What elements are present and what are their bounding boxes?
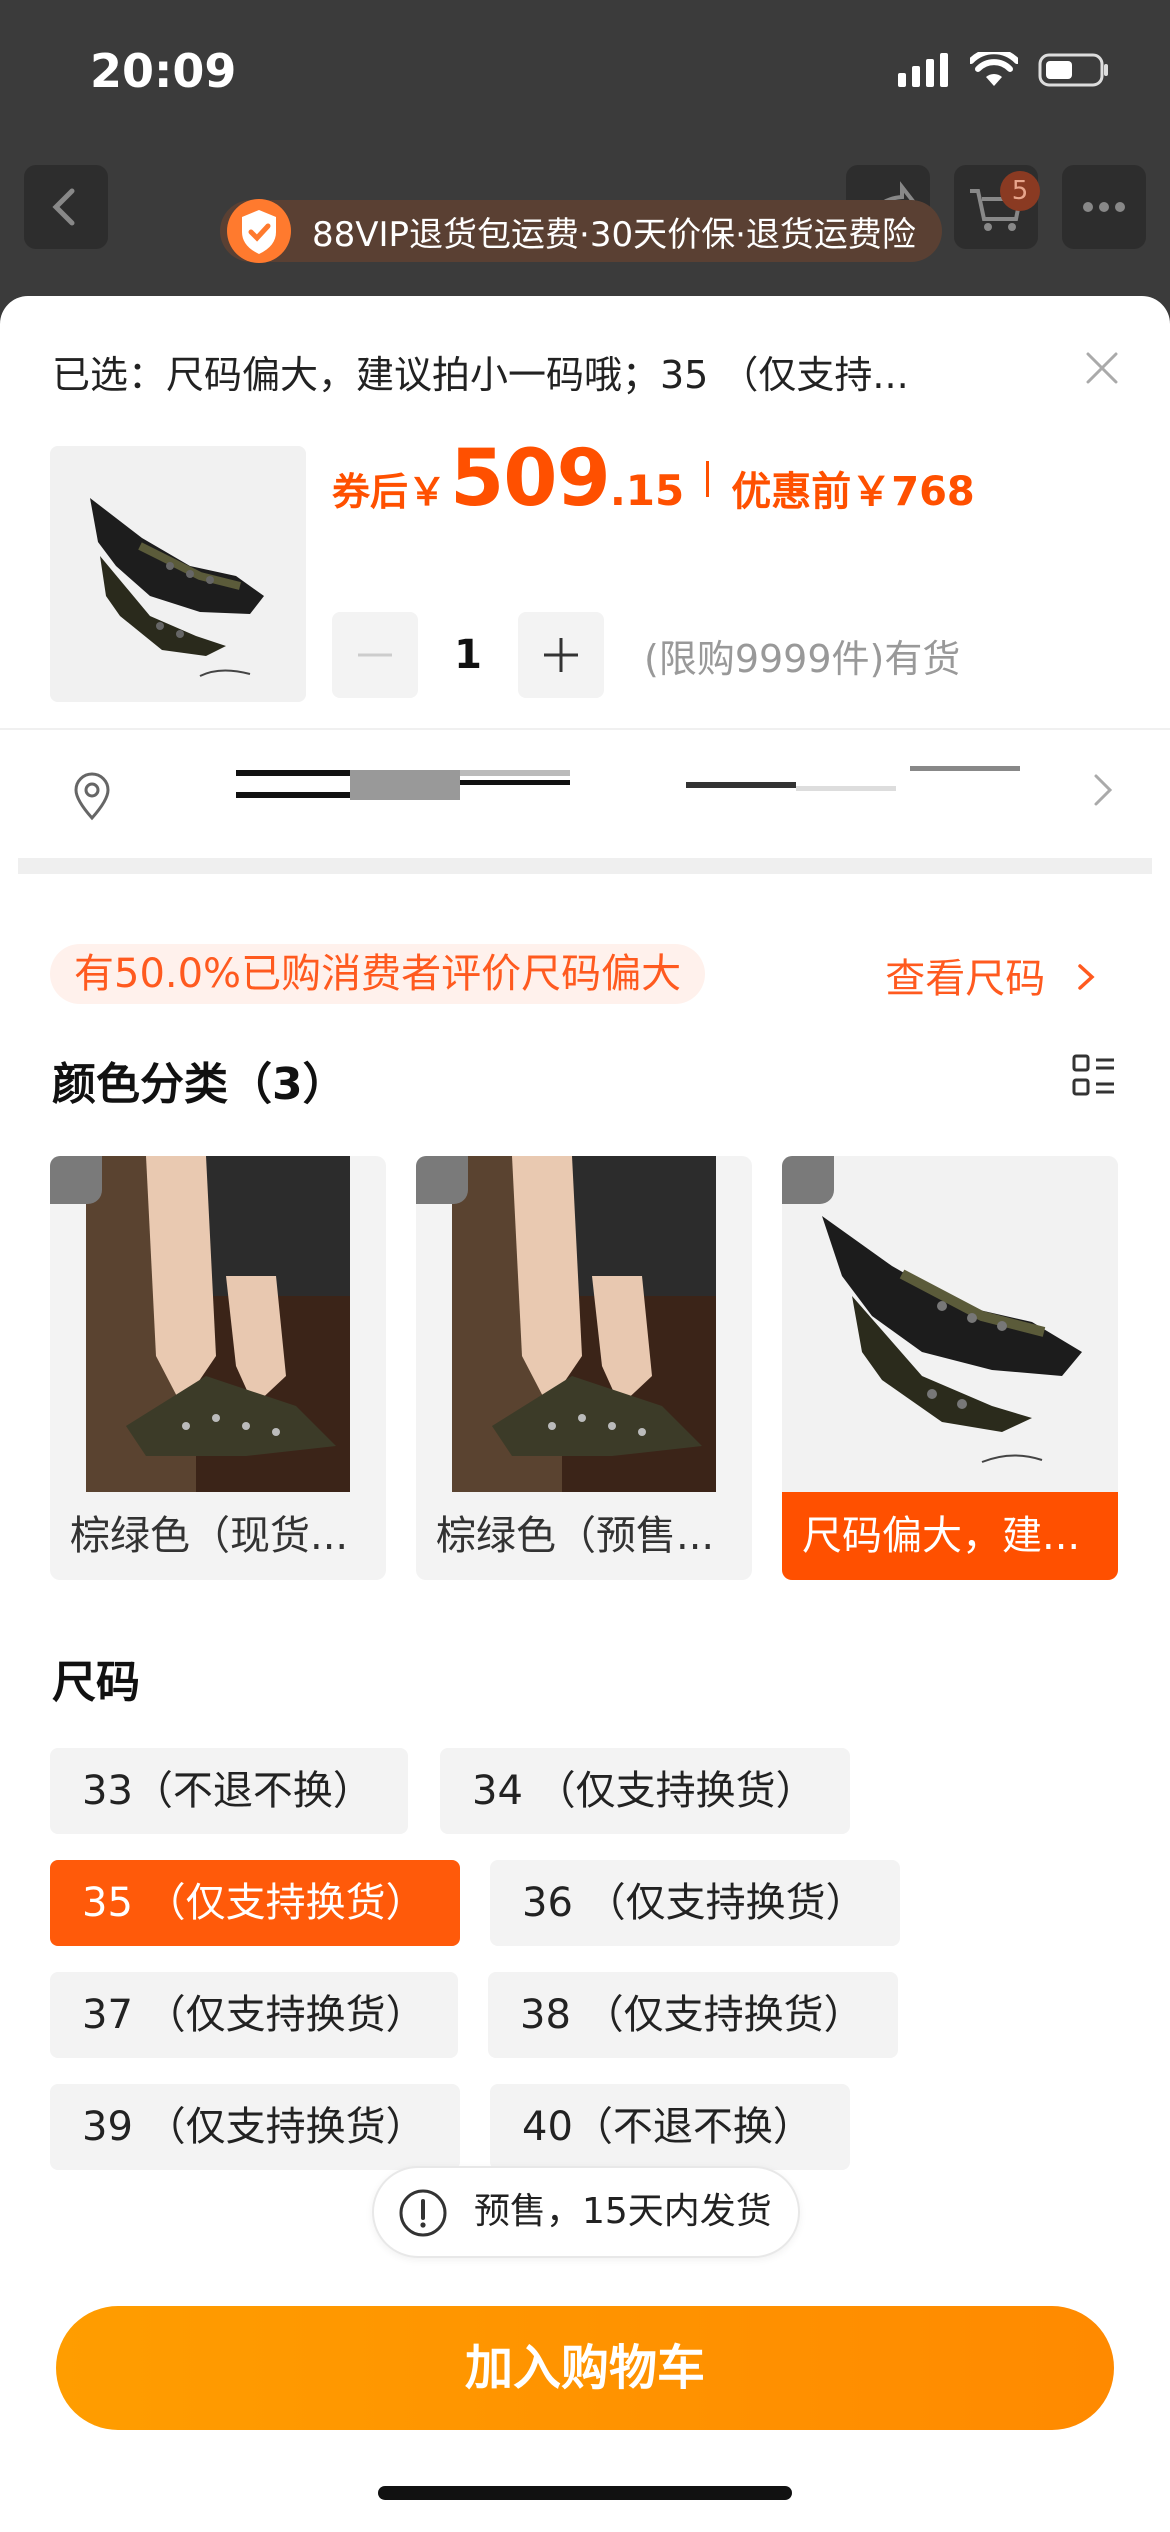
cart-count-badge: 5 <box>1000 171 1040 211</box>
vip-service-banner[interactable]: 88VIP退货包运费·30天价保·退货运费险 <box>220 199 942 263</box>
color-photo <box>452 1156 716 1492</box>
plus-icon <box>544 638 578 672</box>
color-photo <box>86 1156 350 1492</box>
price-row: 券后￥ 509 .15 优惠前￥768 <box>332 434 975 524</box>
add-to-cart-button[interactable]: 加入购物车 <box>56 2306 1114 2430</box>
sku-selection-sheet: 已选：尺码偏大，建议拍小一码哦；35 （仅支持... 券后￥ 509 .15 优… <box>0 296 1170 2532</box>
quantity-stepper: 1 (限购9999件)有货 <box>332 612 960 698</box>
quantity-value[interactable]: 1 <box>418 632 518 678</box>
background-page: 20:09 5 88VIP退货包运费·30天价保·退货运费险 <box>0 0 1170 300</box>
coupon-price-label: 券后￥ <box>332 470 447 514</box>
color-option-2[interactable]: 棕绿色（预售... <box>416 1156 752 1580</box>
delivery-address-row[interactable] <box>0 728 1170 838</box>
color-option-3[interactable]: 尺码偏大，建... <box>782 1156 1118 1580</box>
more-button[interactable] <box>1062 165 1146 249</box>
size-option-34[interactable]: 34 （仅支持换货） <box>440 1748 850 1834</box>
vip-banner-text: 88VIP退货包运费·30天价保·退货运费险 <box>312 214 916 255</box>
original-price: 优惠前￥768 <box>731 469 975 515</box>
status-icons <box>898 52 1110 88</box>
size-option-36[interactable]: 36 （仅支持换货） <box>490 1860 900 1946</box>
more-dots-icon <box>1083 202 1125 212</box>
home-indicator <box>378 2486 792 2500</box>
zoom-expand-icon[interactable] <box>782 1156 834 1204</box>
coupon-price-integer: 509 <box>450 434 611 524</box>
view-size-chart-link[interactable]: 查看尺码 <box>885 946 1100 1004</box>
toast-text: 预售，15天内发货 <box>474 2191 772 2232</box>
close-icon[interactable] <box>1082 348 1122 388</box>
increase-button[interactable] <box>518 612 604 698</box>
size-hint-badge: 有50.0%已购消费者评价尺码偏大 <box>50 944 706 1004</box>
zoom-expand-icon[interactable] <box>416 1156 468 1204</box>
color-section-title: 颜色分类（3） <box>52 1059 347 1110</box>
shoe-image <box>50 446 306 702</box>
color-option-label: 棕绿色（预售... <box>436 1513 715 1559</box>
status-time: 20:09 <box>90 44 237 98</box>
presale-toast: 预售，15天内发货 <box>372 2166 800 2258</box>
cart-button[interactable]: 5 <box>954 165 1040 249</box>
decrease-button[interactable] <box>332 612 418 698</box>
back-button[interactable] <box>24 165 108 249</box>
price-divider <box>706 461 710 497</box>
size-section-title: 尺码 <box>52 1657 140 1708</box>
color-option-label: 尺码偏大，建... <box>782 1492 1118 1580</box>
coupon-price-decimal: .15 <box>609 466 685 515</box>
section-divider <box>18 858 1152 874</box>
size-option-39[interactable]: 39 （仅支持换货） <box>50 2084 460 2170</box>
color-option-1[interactable]: 棕绿色（现货... <box>50 1156 386 1580</box>
size-option-37[interactable]: 37 （仅支持换货） <box>50 1972 458 2058</box>
chevron-right-icon <box>1078 964 1095 990</box>
chevron-left-icon <box>52 188 75 226</box>
size-option-33[interactable]: 33（不退不换） <box>50 1748 408 1834</box>
redacted-address-image <box>236 766 1020 800</box>
size-option-38[interactable]: 38 （仅支持换货） <box>488 1972 898 2058</box>
color-option-label: 棕绿色（现货... <box>70 1513 349 1559</box>
exclamation-icon <box>399 2189 447 2237</box>
color-photo <box>782 1156 1118 1492</box>
shield-check-icon <box>227 199 291 263</box>
wifi-icon <box>970 52 1018 86</box>
selected-summary: 已选：尺码偏大，建议拍小一码哦；35 （仅支持... <box>52 353 909 397</box>
minus-icon <box>358 653 392 657</box>
location-pin-icon <box>74 772 110 821</box>
zoom-expand-icon[interactable] <box>50 1156 102 1204</box>
size-option-35[interactable]: 35 （仅支持换货） <box>50 1860 460 1946</box>
product-thumbnail[interactable] <box>50 446 306 702</box>
list-view-icon[interactable] <box>1072 1054 1116 1098</box>
stock-text: (限购9999件)有货 <box>644 636 961 681</box>
view-size-chart-label: 查看尺码 <box>885 956 1046 1002</box>
battery-icon <box>1038 53 1108 87</box>
size-option-40[interactable]: 40（不退不换） <box>490 2084 850 2170</box>
chevron-right-icon <box>1094 774 1113 806</box>
signal-icon <box>898 53 948 87</box>
